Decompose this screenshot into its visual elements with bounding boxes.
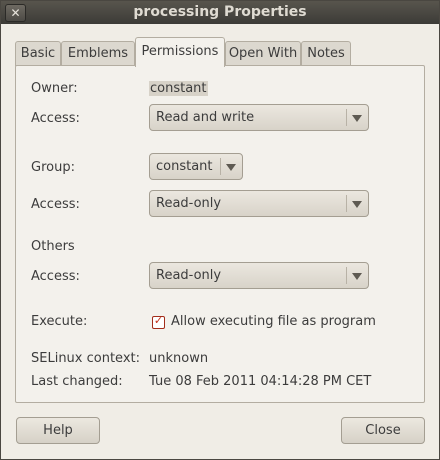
execute-checkbox-label[interactable]: Allow executing file as program <box>171 314 376 329</box>
others-access-value: Read-only <box>156 268 222 283</box>
others-access-label: Access: <box>31 269 80 284</box>
dropdown-separator <box>346 267 347 284</box>
group-dropdown[interactable]: constant <box>149 153 243 180</box>
title-bar: ✕ processing Properties <box>1 1 439 24</box>
selinux-label: SELinux context: <box>31 351 141 366</box>
group-value: constant <box>156 159 213 174</box>
last-changed-label: Last changed: <box>31 374 123 389</box>
owner-access-label: Access: <box>31 111 80 126</box>
owner-access-dropdown[interactable]: Read and write <box>149 104 369 131</box>
owner-label: Owner: <box>31 81 78 96</box>
others-access-dropdown[interactable]: Read-only <box>149 262 369 289</box>
last-changed-value: Tue 08 Feb 2011 04:14:28 PM CET <box>149 374 372 389</box>
others-label: Others <box>31 239 75 254</box>
group-access-label: Access: <box>31 197 80 212</box>
owner-access-value: Read and write <box>156 110 255 125</box>
window-title: processing Properties <box>133 4 307 20</box>
help-button[interactable]: Help <box>16 417 100 444</box>
dropdown-separator <box>346 109 347 126</box>
triangle-down-icon <box>352 273 362 280</box>
selinux-value: unknown <box>149 351 209 366</box>
checkmark-icon: ✓ <box>153 314 164 327</box>
properties-window: ✕ processing Properties Basic Emblems Pe… <box>0 0 440 460</box>
permissions-panel: Owner: constant Access: Read and write G… <box>15 65 425 403</box>
group-access-dropdown[interactable]: Read-only <box>149 190 369 217</box>
execute-label: Execute: <box>31 314 88 329</box>
tab-permissions[interactable]: Permissions <box>135 37 225 67</box>
triangle-down-icon <box>226 164 236 171</box>
group-access-value: Read-only <box>156 196 222 211</box>
tab-notes[interactable]: Notes <box>301 41 351 66</box>
dropdown-separator <box>346 195 347 212</box>
tab-open-with[interactable]: Open With <box>225 41 301 66</box>
execute-checkbox[interactable]: ✓ <box>152 314 165 329</box>
owner-value: constant <box>149 81 208 96</box>
tab-emblems[interactable]: Emblems <box>61 41 135 66</box>
triangle-down-icon <box>352 201 362 208</box>
close-button[interactable]: Close <box>341 417 425 444</box>
tab-basic[interactable]: Basic <box>15 41 61 66</box>
dropdown-separator <box>220 158 221 175</box>
triangle-down-icon <box>352 115 362 122</box>
group-label: Group: <box>31 160 75 175</box>
